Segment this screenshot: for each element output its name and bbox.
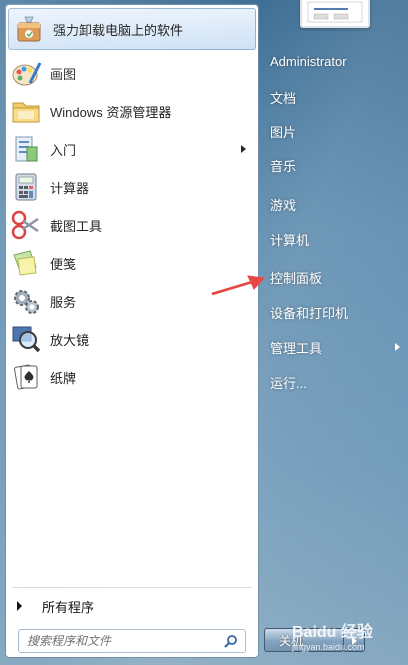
program-label: 放大镜: [50, 332, 90, 348]
program-label: 纸牌: [50, 370, 77, 386]
search-box[interactable]: [18, 629, 246, 653]
right-item-label: Administrator: [270, 53, 347, 69]
program-label: 画图: [50, 66, 77, 82]
watermark-sub: jingyan.baidu.com: [292, 642, 365, 652]
right-item-label: 管理工具: [270, 340, 323, 356]
red-annotation-arrow: [211, 275, 266, 296]
right-item-label: 游戏: [270, 197, 297, 213]
calculator-icon: [15, 173, 37, 201]
all-programs-button[interactable]: 所有程序: [6, 591, 258, 621]
folder-explorer-icon: [12, 102, 40, 123]
program-label: 入门: [50, 142, 77, 158]
program-label: 服务: [50, 294, 77, 310]
getting-started-icon: [15, 136, 38, 162]
program-uninstaller[interactable]: 强力卸载电脑上的软件: [8, 8, 256, 50]
right-item-user[interactable]: Administrator: [262, 46, 408, 76]
program-label: Windows 资源管理器: [50, 104, 172, 120]
program-paint[interactable]: 画图: [6, 55, 258, 91]
magnifier-icon: [12, 326, 41, 353]
programs-pane: 强力卸载电脑上的软件 画图 Windows 资源管理器 入门 计算器 截图工具 …: [5, 4, 259, 658]
user-picture[interactable]: [300, 0, 370, 28]
right-item-devices-printers[interactable]: 设备和打印机: [262, 297, 408, 327]
right-item-music[interactable]: 音乐: [262, 150, 408, 180]
right-item-label: 文档: [270, 90, 297, 106]
watermark-main: Baidu 经验: [292, 624, 373, 641]
right-item-run[interactable]: 运行...: [262, 367, 408, 397]
right-item-documents[interactable]: 文档: [262, 82, 408, 112]
program-getting-started[interactable]: 入门: [6, 131, 258, 167]
separator: [12, 587, 252, 588]
start-menu: 强力卸载电脑上的软件 画图 Windows 资源管理器 入门 计算器 截图工具 …: [0, 0, 408, 665]
right-item-label: 音乐: [270, 158, 297, 174]
program-windows-explorer[interactable]: Windows 资源管理器: [6, 93, 258, 129]
paint-palette-icon: [12, 62, 42, 86]
submenu-arrow-icon: [241, 145, 246, 153]
program-label: 便笺: [50, 256, 77, 272]
program-magnifier[interactable]: 放大镜: [6, 321, 258, 357]
right-item-control-panel[interactable]: 控制面板: [262, 262, 408, 292]
program-calculator[interactable]: 计算器: [6, 169, 258, 205]
sticky-notes-icon: [13, 250, 37, 276]
right-item-label: 控制面板: [270, 270, 323, 286]
program-label: 截图工具: [50, 218, 103, 234]
right-item-pictures[interactable]: 图片: [262, 116, 408, 146]
scissors-icon: [11, 210, 39, 240]
cards-icon: [14, 364, 38, 390]
program-solitaire[interactable]: 纸牌: [6, 359, 258, 395]
search-icon[interactable]: [223, 633, 239, 649]
search-input[interactable]: [19, 633, 223, 649]
gears-icon: [14, 290, 39, 314]
right-item-admin-tools[interactable]: 管理工具: [262, 332, 408, 362]
program-label: 强力卸载电脑上的软件: [53, 22, 184, 38]
submenu-arrow-icon: [395, 343, 400, 351]
all-programs-label: 所有程序: [42, 599, 95, 615]
right-item-label: 图片: [270, 124, 297, 140]
right-item-label: 设备和打印机: [270, 305, 349, 321]
right-item-computer[interactable]: 计算机: [262, 224, 408, 254]
right-item-games[interactable]: 游戏: [262, 189, 408, 219]
program-label: 计算器: [50, 180, 90, 196]
right-item-label: 运行...: [270, 375, 307, 391]
baidu-watermark: Baidu 经验 jingyan.baidu.com: [292, 618, 406, 662]
uninstall-box-icon: [17, 16, 41, 42]
program-snipping-tool[interactable]: 截图工具: [6, 207, 258, 243]
expand-arrow-icon: [17, 601, 22, 611]
right-item-label: 计算机: [270, 232, 310, 248]
